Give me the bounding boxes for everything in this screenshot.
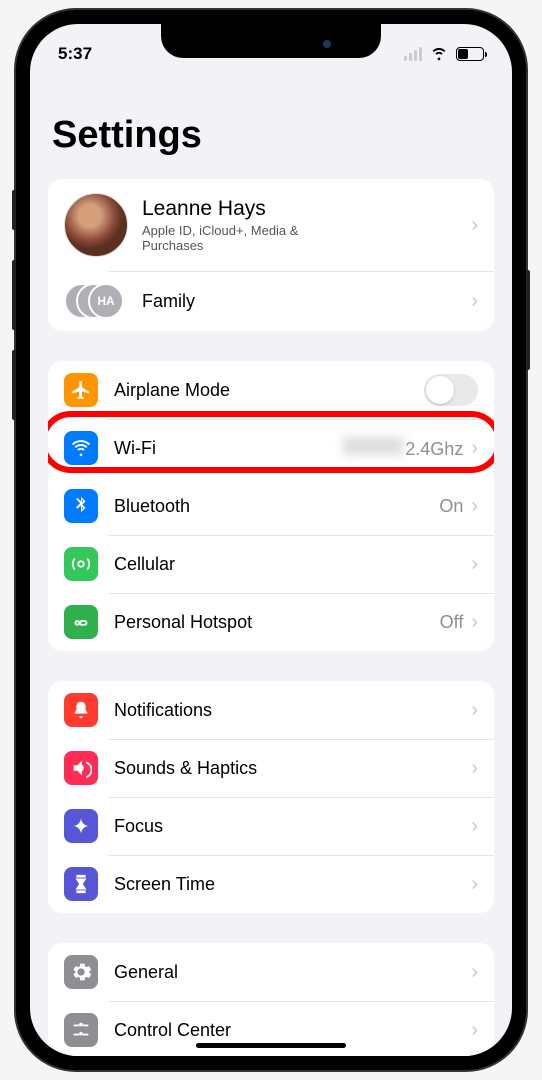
chevron-right-icon: › bbox=[471, 553, 478, 576]
hotspot-label: Personal Hotspot bbox=[114, 612, 440, 633]
family-row[interactable]: HA Family › bbox=[48, 271, 494, 331]
hotspot-icon bbox=[64, 605, 98, 639]
bluetooth-label: Bluetooth bbox=[114, 496, 439, 517]
chevron-right-icon: › bbox=[471, 757, 478, 780]
bluetooth-row[interactable]: Bluetooth On › bbox=[48, 477, 494, 535]
airplane-icon bbox=[64, 373, 98, 407]
family-avatars: HA bbox=[64, 283, 128, 319]
sounds-label: Sounds & Haptics bbox=[114, 758, 471, 779]
airplane-toggle[interactable] bbox=[424, 374, 478, 406]
status-time: 5:37 bbox=[58, 44, 92, 64]
chevron-right-icon: › bbox=[471, 611, 478, 634]
sounds-icon bbox=[64, 751, 98, 785]
general-icon bbox=[64, 955, 98, 989]
general-row[interactable]: General › bbox=[48, 943, 494, 1001]
wifi-label: Wi-Fi bbox=[114, 438, 343, 459]
cellular-row[interactable]: Cellular › bbox=[48, 535, 494, 593]
cellular-icon bbox=[64, 547, 98, 581]
page-title: Settings bbox=[52, 114, 494, 157]
cellular-label: Cellular bbox=[114, 554, 471, 575]
wifi-value: 2.4Ghz bbox=[343, 437, 463, 460]
profile-name: Leanne Hays bbox=[142, 197, 471, 221]
home-indicator[interactable] bbox=[196, 1043, 346, 1048]
wifi-icon bbox=[64, 431, 98, 465]
focus-row[interactable]: Focus › bbox=[48, 797, 494, 855]
chevron-right-icon: › bbox=[471, 699, 478, 722]
notifications-icon bbox=[64, 693, 98, 727]
family-label: Family bbox=[142, 291, 471, 312]
chevron-right-icon: › bbox=[471, 873, 478, 896]
sounds-row[interactable]: Sounds & Haptics › bbox=[48, 739, 494, 797]
notifications-card: Notifications › Sounds & Haptics › Focus… bbox=[48, 681, 494, 913]
wifi-row[interactable]: Wi-Fi 2.4Ghz › bbox=[48, 419, 494, 477]
battery-icon bbox=[456, 47, 484, 61]
airplane-mode-row[interactable]: Airplane Mode bbox=[48, 361, 494, 419]
focus-icon bbox=[64, 809, 98, 843]
airplane-label: Airplane Mode bbox=[114, 380, 424, 401]
chevron-right-icon: › bbox=[471, 1019, 478, 1042]
wifi-status-icon bbox=[428, 41, 450, 68]
chevron-right-icon: › bbox=[471, 214, 478, 237]
profile-subtitle: Apple ID, iCloud+, Media & Purchases bbox=[142, 223, 342, 253]
general-label: General bbox=[114, 962, 471, 983]
avatar bbox=[64, 193, 128, 257]
notifications-label: Notifications bbox=[114, 700, 471, 721]
bluetooth-value: On bbox=[439, 496, 463, 517]
chevron-right-icon: › bbox=[471, 961, 478, 984]
focus-label: Focus bbox=[114, 816, 471, 837]
apple-id-row[interactable]: Leanne Hays Apple ID, iCloud+, Media & P… bbox=[48, 179, 494, 271]
profile-card: Leanne Hays Apple ID, iCloud+, Media & P… bbox=[48, 179, 494, 331]
chevron-right-icon: › bbox=[471, 815, 478, 838]
chevron-right-icon: › bbox=[471, 437, 478, 460]
control-center-icon bbox=[64, 1013, 98, 1047]
chevron-right-icon: › bbox=[471, 495, 478, 518]
general-card: General › Control Center › bbox=[48, 943, 494, 1056]
notifications-row[interactable]: Notifications › bbox=[48, 681, 494, 739]
hotspot-value: Off bbox=[440, 612, 464, 633]
hotspot-row[interactable]: Personal Hotspot Off › bbox=[48, 593, 494, 651]
screentime-label: Screen Time bbox=[114, 874, 471, 895]
screentime-icon bbox=[64, 867, 98, 901]
screentime-row[interactable]: Screen Time › bbox=[48, 855, 494, 913]
control-center-label: Control Center bbox=[114, 1020, 471, 1041]
cellular-signal-icon bbox=[404, 47, 422, 61]
chevron-right-icon: › bbox=[471, 290, 478, 313]
bluetooth-icon bbox=[64, 489, 98, 523]
connectivity-card: Airplane Mode Wi-Fi 2.4Ghz › Bluet bbox=[48, 361, 494, 651]
